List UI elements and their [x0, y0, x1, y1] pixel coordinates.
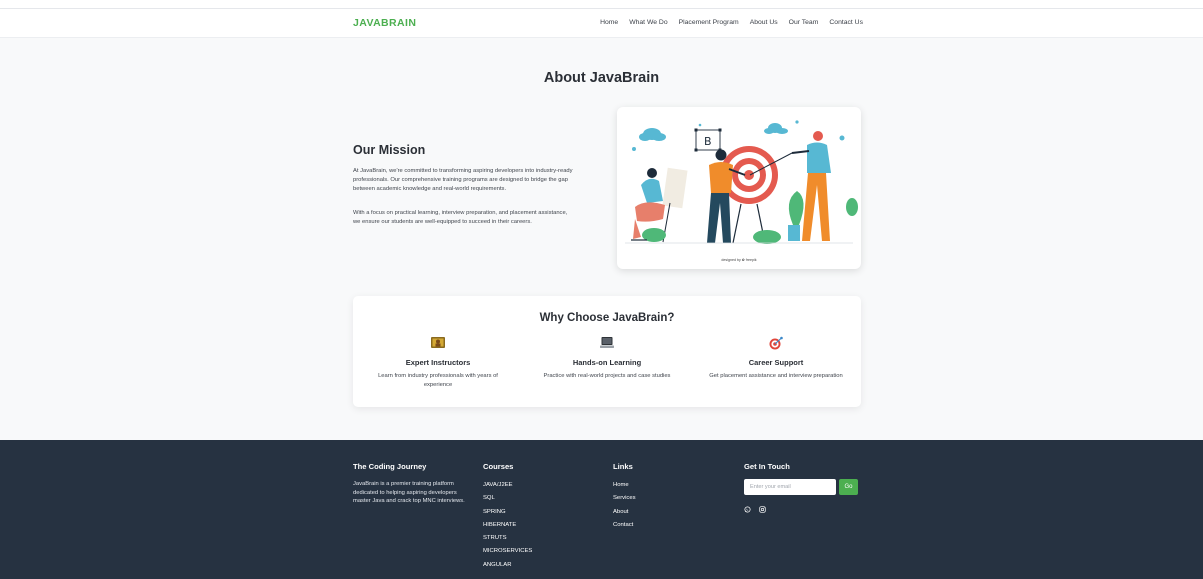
footer-courses-title: Courses — [483, 462, 514, 471]
footer-about: The Coding Journey JavaBrain is a premie… — [353, 462, 475, 506]
footer-contact-title: Get In Touch — [744, 462, 790, 471]
footer-about-title: The Coding Journey — [353, 462, 427, 471]
feature-description: Learn from industry professionals with y… — [378, 373, 498, 388]
target-icon — [769, 336, 783, 350]
whatsapp-icon[interactable] — [744, 500, 751, 513]
course-link-sql[interactable]: SQL — [483, 492, 532, 505]
why-choose-title: Why Choose JavaBrain? — [539, 312, 675, 324]
feature-description: Practice with real-world projects and ca… — [543, 373, 671, 379]
browser-top-strip — [0, 0, 1203, 9]
feature-career-support: Career Support Get placement assistance … — [691, 336, 861, 381]
nav-link-contact-us[interactable]: Contact Us — [829, 19, 863, 26]
social-icons — [744, 500, 858, 513]
feature-title: Expert Instructors — [405, 358, 471, 367]
footer-contact: Get In Touch Go — [744, 462, 858, 513]
course-link-java-j2ee[interactable]: JAVA/J2EE — [483, 479, 532, 492]
course-link-hibernate[interactable]: HIBERNATE — [483, 519, 532, 532]
feature-expert-instructors: Expert Instructors Learn from industry p… — [353, 336, 523, 389]
nav-link-home[interactable]: Home — [600, 19, 618, 26]
mission-paragraph-1: At JavaBrain, we're committed to transfo… — [353, 168, 573, 193]
mission-illustration: B designed by ✿ freepik — [617, 107, 861, 269]
feature-title: Hands-on Learning — [572, 358, 642, 367]
instagram-icon[interactable] — [759, 500, 766, 513]
footer: The Coding Journey JavaBrain is a premie… — [0, 440, 1203, 579]
subscribe-go-button[interactable]: Go — [839, 479, 858, 495]
mission-paragraph-2: With a focus on practical learning, inte… — [353, 210, 568, 226]
course-link-angular[interactable]: ANGULAR — [483, 559, 532, 572]
feature-description: Get placement assistance and interview p… — [709, 373, 843, 379]
laptop-icon — [600, 337, 614, 348]
page-title: About JavaBrain — [543, 70, 660, 86]
navbar: JAVABRAIN Home What We Do Placement Prog… — [0, 9, 1203, 38]
nav-link-what-we-do[interactable]: What We Do — [629, 19, 667, 26]
teamwork-illustration: B — [625, 120, 858, 244]
mission-title: Our Mission — [353, 143, 426, 157]
feature-title: Career Support — [748, 358, 804, 367]
footer-link-about[interactable]: About — [613, 506, 636, 519]
links-list: Home Services About Contact — [613, 479, 636, 532]
nav-links: Home What We Do Placement Program About … — [600, 19, 863, 26]
svg-text:B: B — [704, 135, 712, 148]
footer-courses: Courses JAVA/J2EE SQL SPRING HIBERNATE S… — [483, 462, 532, 572]
nav-link-placement-program[interactable]: Placement Program — [679, 19, 739, 26]
subscribe-form: Go — [744, 479, 858, 495]
footer-links-title: Links — [613, 462, 633, 471]
illustration-credit: designed by ✿ freepik — [721, 258, 757, 262]
course-link-struts[interactable]: STRUTS — [483, 532, 532, 545]
footer-links: Links Home Services About Contact — [613, 462, 636, 532]
course-link-spring[interactable]: SPRING — [483, 506, 532, 519]
nav-link-about-us[interactable]: About Us — [750, 19, 778, 26]
nav-link-our-team[interactable]: Our Team — [789, 19, 819, 26]
why-choose-card: Why Choose JavaBrain? Expert Instructors… — [353, 296, 861, 407]
feature-hands-on-learning: Hands-on Learning Practice with real-wor… — [522, 336, 692, 381]
brand-logo[interactable]: JAVABRAIN — [353, 17, 416, 29]
course-link-microservices[interactable]: MICROSERVICES — [483, 545, 532, 558]
footer-about-text: JavaBrain is a premier training platform… — [353, 481, 465, 505]
email-input[interactable] — [744, 479, 836, 495]
footer-link-contact[interactable]: Contact — [613, 519, 636, 532]
courses-list: JAVA/J2EE SQL SPRING HIBERNATE STRUTS MI… — [483, 479, 532, 572]
footer-link-services[interactable]: Services — [613, 492, 636, 505]
teacher-icon — [431, 337, 445, 348]
footer-link-home[interactable]: Home — [613, 479, 636, 492]
